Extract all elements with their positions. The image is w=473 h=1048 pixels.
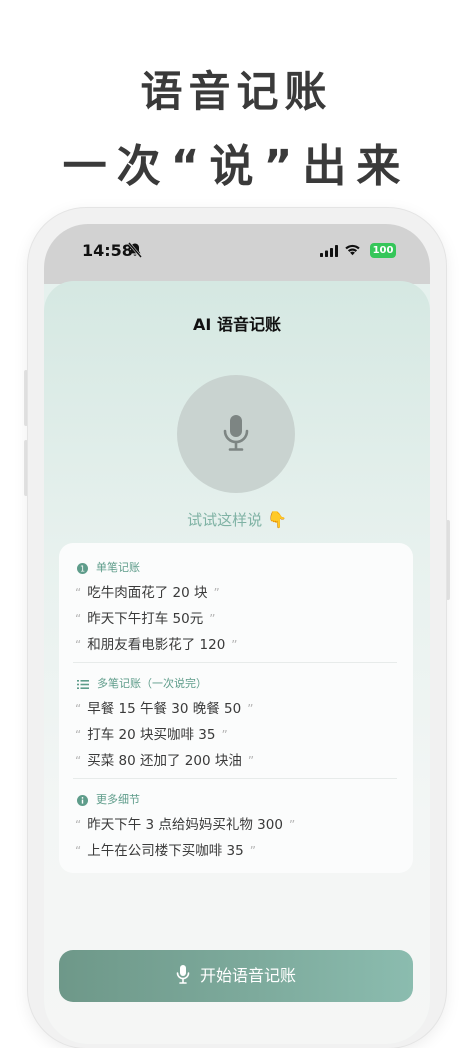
example-phrase[interactable]: “ 昨天下午 3 点给妈妈买礼物 300 ” [75,813,295,833]
start-voice-bookkeeping-button[interactable]: 开始语音记账 [59,950,413,1002]
headline-subtitle: 一次“说”出来 [62,141,411,192]
section-title: 多笔记账（一次说完） [97,677,207,690]
quote-open: “ [75,638,82,652]
example-text: 打车 20 块买咖啡 35 [87,727,216,743]
headline-title: 语音记账 [140,67,333,116]
start-button-label: 开始语音记账 [199,966,296,985]
quote-close: ” [209,612,216,626]
quote-close: ” [213,586,220,600]
signal-icon [320,245,338,257]
quote-close: ” [249,844,256,858]
list-icon [77,679,89,689]
svg-text:1: 1 [80,564,85,573]
quote-close: ” [221,728,228,742]
page-title: AI 语音记账 [193,315,281,334]
quote-open: “ [75,754,82,768]
example-phrase[interactable]: “ 打车 20 块买咖啡 35 ” [75,723,228,743]
example-phrase[interactable]: “ 上午在公司楼下买咖啡 35 ” [75,839,256,859]
voice-bookkeeping-sheet: AI 语音记账 试试这样说 👇 1 单笔记账 “吃牛肉面花了 20 块” “ 昨… [44,281,430,1044]
wifi-icon [345,244,360,256]
example-phrase[interactable]: “ 早餐 15 午餐 30 晚餐 50 ” [75,697,253,717]
section-title: 更多细节 [96,793,140,806]
example-phrase[interactable]: “ 买菜 80 还加了 200 块油 ” [75,749,254,769]
status-time: 14:58 [82,241,133,260]
example-text: 和朋友看电影花了 120 [87,637,226,653]
phone-screen: 14:58 100 AI 语音记账 试试这样说 👇 1 单笔记账 “ 吃牛肉面花… [44,224,430,1044]
info-icon [77,794,88,806]
quote-close: ” [247,702,254,716]
example-phrase[interactable]: “ 吃牛肉面花了 20 块 ” [75,581,220,601]
bell-slash-icon [128,242,142,258]
quote-open: “ [75,612,82,626]
quote-close: ” [247,754,255,768]
example-phrase[interactable]: “ 和朋友看电影花了 120 ” [75,633,238,653]
section-single-entry: 1 单笔记账 [77,559,140,575]
quote-open: “ [75,728,82,742]
quote-open: “ [75,818,82,832]
pointing-down-icon: 👇 [266,510,287,529]
quote-open: “ [75,844,82,858]
microphone-icon [176,964,190,984]
hint-text: 试试这样说 [187,511,263,529]
example-text: 早餐 15 午餐 30 晚餐 50 [87,701,242,717]
power-button [446,520,450,600]
quote-close: ” [288,818,296,832]
example-text: 上午在公司楼下买咖啡 35 [87,843,244,859]
section-multi-entry: 多笔记账（一次说完） [77,675,207,691]
record-button[interactable] [177,375,295,493]
example-text: 买菜 80 还加了 200 块油 [87,753,242,769]
section-title: 单笔记账 [96,561,140,574]
example-phrase[interactable]: “ 昨天下午打车 50元 ” [75,607,215,627]
section-more-details: 更多细节 [77,791,140,807]
divider [73,778,397,779]
microphone-icon [223,415,249,451]
example-text: 吃牛肉面花了 20 块 [87,585,208,601]
example-text: 昨天下午打车 50元 [87,611,204,627]
status-bar: 14:58 100 [44,224,430,280]
battery-icon: 100 [370,243,396,258]
number-one-icon: 1 [77,562,88,574]
divider [73,662,397,663]
try-saying-hint: 试试这样说 👇 [44,509,430,530]
quote-open: “ [75,702,82,716]
quote-close: ” [231,638,238,652]
examples-card: 1 单笔记账 “吃牛肉面花了 20 块” “昨天下午打车 50元” “和朋友看电… [59,543,413,873]
quote-open: “ [75,586,82,600]
example-text: 昨天下午 3 点给妈妈买礼物 300 [87,817,283,833]
